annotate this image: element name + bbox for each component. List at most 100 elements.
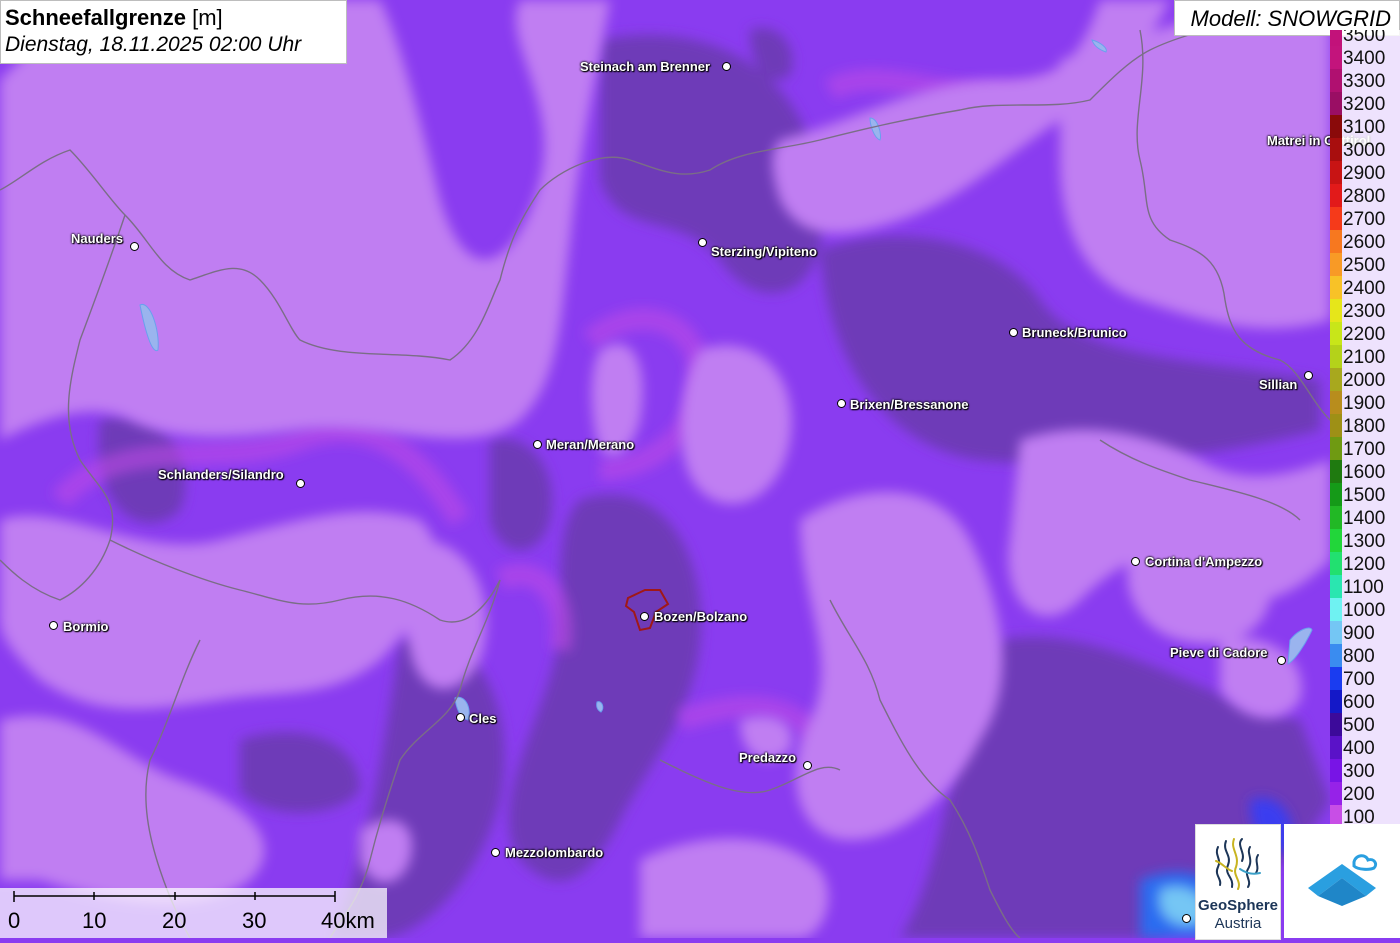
parameter-unit: [m] [192, 5, 223, 30]
place-dot-bozen[interactable] [640, 612, 649, 621]
place-dot-pieve[interactable] [1277, 656, 1286, 665]
legend-row-2700: 2700 [1330, 207, 1400, 230]
legend-swatch [1330, 575, 1342, 598]
place-dot-meran[interactable] [533, 440, 542, 449]
legend-label: 1500 [1343, 485, 1386, 506]
geosphere-logo[interactable]: GeoSphere Austria [1195, 824, 1281, 940]
place-dot-cortina[interactable] [1131, 557, 1140, 566]
legend-label: 400 [1343, 738, 1375, 759]
app-logo-icon [1308, 854, 1378, 906]
place-dot-unlabeled[interactable] [1182, 914, 1191, 923]
place-dot-brixen[interactable] [837, 399, 846, 408]
legend-swatch [1330, 552, 1342, 575]
place-dot-mezzolombardo[interactable] [491, 848, 500, 857]
place-label-steinach: Steinach am Brenner [580, 59, 711, 74]
legend-row-1800: 1800 [1330, 414, 1400, 437]
scale-tick-20: 20 [162, 908, 187, 933]
legend-swatch [1330, 667, 1342, 690]
legend-label: 600 [1343, 692, 1375, 713]
place-label-sterzing: Sterzing/Vipiteno [711, 244, 817, 259]
legend-label: 1300 [1343, 531, 1386, 552]
scale-tick-40km: 40km [321, 908, 375, 933]
legend-label: 1700 [1343, 439, 1386, 460]
legend-row-1900: 1900 [1330, 391, 1400, 414]
legend-row-2800: 2800 [1330, 184, 1400, 207]
legend-label: 3200 [1343, 94, 1386, 115]
legend-swatch [1330, 736, 1342, 759]
legend-swatch [1330, 138, 1342, 161]
geosphere-emblem-icon [1215, 838, 1261, 890]
legend-swatch [1330, 391, 1342, 414]
legend-row-2500: 2500 [1330, 253, 1400, 276]
legend-swatch [1330, 805, 1342, 825]
legend-label: 900 [1343, 623, 1375, 644]
legend-row-800: 800 [1330, 644, 1400, 667]
parameter-name: Schneefallgrenze [5, 5, 186, 30]
app-logo[interactable] [1284, 824, 1400, 938]
legend-swatch [1330, 368, 1342, 391]
place-label-brixen: Brixen/Bressanone [850, 397, 969, 412]
legend-label: 2500 [1343, 255, 1386, 276]
legend-row-1400: 1400 [1330, 506, 1400, 529]
geosphere-logo-country: Austria [1214, 915, 1262, 932]
place-dot-predazzo[interactable] [803, 761, 812, 770]
legend-row-3100: 3100 [1330, 115, 1400, 138]
legend-swatch [1330, 644, 1342, 667]
place-label-meran: Meran/Merano [546, 437, 635, 452]
legend-swatch [1330, 759, 1342, 782]
map-title-box: Schneefallgrenze [m] Dienstag, 18.11.202… [0, 0, 347, 64]
place-dot-sillian[interactable] [1304, 371, 1313, 380]
place-label-schlanders: Schlanders/Silandro [158, 467, 284, 482]
legend-swatch [1330, 460, 1342, 483]
legend-row-2100: 2100 [1330, 345, 1400, 368]
legend-row-300: 300 [1330, 759, 1400, 782]
legend-row-3200: 3200 [1330, 92, 1400, 115]
legend-row-1200: 1200 [1330, 552, 1400, 575]
place-label-cortina: Cortina d'Ampezzo [1145, 554, 1263, 569]
legend-swatch [1330, 506, 1342, 529]
legend-row-200: 200 [1330, 782, 1400, 805]
place-label-nauders: Nauders [71, 231, 124, 246]
legend-row-600: 600 [1330, 690, 1400, 713]
legend-label: 2300 [1343, 301, 1386, 322]
legend-label: 3300 [1343, 71, 1386, 92]
model-label: Modell: SNOWGRID [1190, 6, 1391, 31]
place-label-bormio: Bormio [63, 619, 109, 634]
legend-swatch [1330, 207, 1342, 230]
legend-row-1600: 1600 [1330, 460, 1400, 483]
legend-swatch [1330, 782, 1342, 805]
legend-label: 2100 [1343, 347, 1386, 368]
legend-label: 2800 [1343, 186, 1386, 207]
scale-bar: 0 10 20 30 40km [0, 888, 387, 938]
place-label-cles: Cles [469, 711, 497, 726]
legend-row-1100: 1100 [1330, 575, 1400, 598]
legend-row-2900: 2900 [1330, 161, 1400, 184]
legend-label: 2000 [1343, 370, 1386, 391]
legend-label: 200 [1343, 784, 1375, 805]
place-dot-sterzing[interactable] [698, 238, 707, 247]
place-dot-bormio[interactable] [49, 621, 58, 630]
legend-swatch [1330, 713, 1342, 736]
place-dot-schlanders[interactable] [296, 479, 305, 488]
legend-swatch [1330, 299, 1342, 322]
legend-label: 100 [1343, 807, 1375, 825]
place-dot-bruneck[interactable] [1009, 328, 1018, 337]
place-dot-steinach[interactable] [722, 62, 731, 71]
legend-row-2300: 2300 [1330, 299, 1400, 322]
legend-swatch [1330, 690, 1342, 713]
legend-row-3000: 3000 [1330, 138, 1400, 161]
legend-row-1700: 1700 [1330, 437, 1400, 460]
place-dot-cles[interactable] [456, 713, 465, 722]
legend-row-100: 100 [1330, 805, 1400, 825]
place-dot-nauders[interactable] [130, 242, 139, 251]
legend-swatch [1330, 115, 1342, 138]
legend-label: 1100 [1343, 577, 1384, 598]
legend-swatch [1330, 322, 1342, 345]
legend-label: 3400 [1343, 48, 1386, 69]
legend-swatch [1330, 230, 1342, 253]
legend-swatch [1330, 414, 1342, 437]
forecast-datetime: Dienstag, 18.11.2025 02:00 Uhr [5, 33, 302, 56]
legend-label: 3500 [1343, 30, 1386, 46]
legend-row-500: 500 [1330, 713, 1400, 736]
legend-label: 1200 [1343, 554, 1386, 575]
